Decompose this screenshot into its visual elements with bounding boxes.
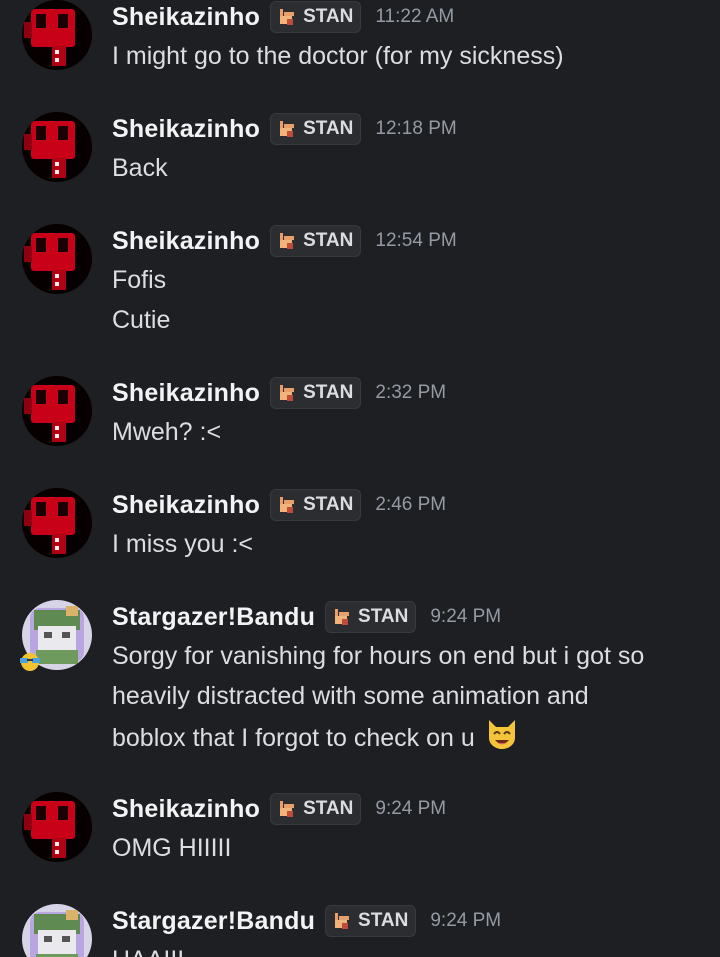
avatar-sheikazinho[interactable]	[22, 0, 92, 70]
timestamp: 12:54 PM	[375, 230, 457, 251]
message-header: Sheikazinho STAN 11:22 AM	[112, 0, 454, 34]
robot-avatar-icon	[22, 792, 92, 862]
timestamp: 12:18 PM	[375, 118, 457, 139]
message-header: Sheikazinho STAN 9:24 PM	[112, 792, 446, 826]
timestamp: 9:24 PM	[430, 606, 502, 627]
robot-avatar-icon	[22, 376, 92, 446]
status-badge-glasses-icon	[20, 653, 40, 671]
clan-tag-hand-icon	[280, 385, 295, 401]
username[interactable]: Sheikazinho	[112, 3, 260, 32]
message-text: Back	[112, 154, 168, 182]
message-text: boblox that I forgot to check on u	[112, 724, 475, 752]
message-header: Sheikazinho STAN 12:54 PM	[112, 224, 457, 258]
clan-tag-hand-icon	[280, 233, 295, 249]
timestamp: 2:32 PM	[375, 382, 447, 403]
message-text: heavily distracted with some animation a…	[112, 682, 589, 710]
clan-tag-label: STAN	[303, 382, 354, 403]
clan-tag[interactable]: STAN	[270, 377, 362, 409]
clan-tag-hand-icon	[280, 497, 295, 513]
clan-tag-hand-icon	[280, 121, 295, 137]
message-text: Fofis	[112, 266, 167, 294]
message-header: Sheikazinho STAN 2:46 PM	[112, 488, 446, 522]
avatar-stargazer-bandu[interactable]	[22, 904, 92, 957]
clan-tag[interactable]: STAN	[270, 793, 362, 825]
message-text: I might go to the doctor (for my sicknes…	[112, 42, 564, 70]
message-text-with-emoji: boblox that I forgot to check on u	[112, 716, 520, 758]
clan-tag-label: STAN	[358, 910, 409, 931]
robot-avatar-icon	[22, 224, 92, 294]
clan-tag[interactable]: STAN	[325, 905, 417, 937]
message-text: HAAIII	[112, 940, 184, 957]
timestamp: 2:46 PM	[375, 494, 447, 515]
message-text: Cutie	[112, 306, 171, 334]
username[interactable]: Sheikazinho	[112, 491, 260, 520]
clan-tag-label: STAN	[303, 798, 354, 819]
clan-tag-hand-icon	[280, 801, 295, 817]
message-text: Sorgy for vanishing for hours on end but…	[112, 642, 645, 670]
timestamp: 9:24 PM	[375, 798, 447, 819]
smiling-cat-emoji[interactable]	[484, 716, 520, 752]
clan-tag-hand-icon	[335, 913, 350, 929]
username[interactable]: Sheikazinho	[112, 795, 260, 824]
clan-tag-label: STAN	[303, 118, 354, 139]
timestamp: 11:22 AM	[375, 6, 455, 27]
username[interactable]: Stargazer!Bandu	[112, 603, 315, 632]
clan-tag-hand-icon	[280, 9, 295, 25]
avatar-sheikazinho[interactable]	[22, 224, 92, 294]
clan-tag-label: STAN	[358, 606, 409, 627]
clan-tag-label: STAN	[303, 494, 354, 515]
message-header: Stargazer!Bandu STAN 9:24 PM	[112, 904, 501, 938]
username[interactable]: Stargazer!Bandu	[112, 907, 315, 936]
message-header: Sheikazinho STAN 12:18 PM	[112, 112, 457, 146]
avatar-sheikazinho[interactable]	[22, 488, 92, 558]
username[interactable]: Sheikazinho	[112, 227, 260, 256]
clan-tag[interactable]: STAN	[270, 1, 362, 33]
robot-avatar-icon	[22, 488, 92, 558]
clan-tag[interactable]: STAN	[270, 113, 362, 145]
message-text: I miss you :<	[112, 530, 254, 558]
chat-message-list: Sheikazinho STAN 11:22 AM I might go to …	[0, 0, 720, 957]
username[interactable]: Sheikazinho	[112, 379, 260, 408]
clan-tag[interactable]: STAN	[270, 489, 362, 521]
clan-tag[interactable]: STAN	[325, 601, 417, 633]
pixel-character-avatar-icon	[22, 904, 92, 957]
timestamp: 9:24 PM	[430, 910, 502, 931]
username[interactable]: Sheikazinho	[112, 115, 260, 144]
message-text: Mweh? :<	[112, 418, 222, 446]
message-header: Stargazer!Bandu STAN 9:24 PM	[112, 600, 501, 634]
avatar-sheikazinho[interactable]	[22, 792, 92, 862]
message-text: OMG HIIIII	[112, 834, 232, 862]
clan-tag-hand-icon	[335, 609, 350, 625]
clan-tag[interactable]: STAN	[270, 225, 362, 257]
avatar-sheikazinho[interactable]	[22, 376, 92, 446]
avatar-sheikazinho[interactable]	[22, 112, 92, 182]
clan-tag-label: STAN	[303, 6, 354, 27]
robot-avatar-icon	[22, 0, 92, 70]
message-header: Sheikazinho STAN 2:32 PM	[112, 376, 446, 410]
clan-tag-label: STAN	[303, 230, 354, 251]
robot-avatar-icon	[22, 112, 92, 182]
